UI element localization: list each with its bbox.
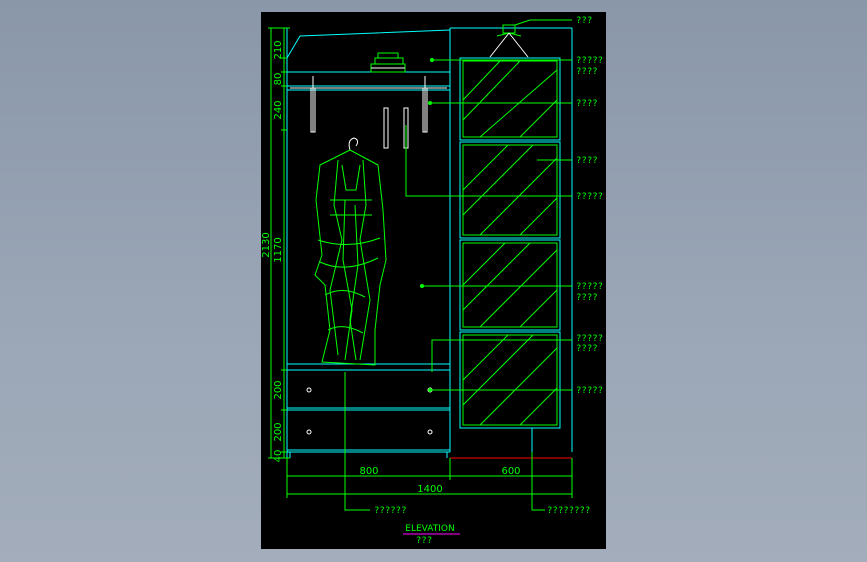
drawing-subtitle: ???	[416, 536, 432, 546]
annotation-label-8: ????	[576, 293, 598, 303]
annotation-label-9: ?????	[576, 334, 603, 344]
annotation-label-11: ?????	[576, 386, 603, 396]
dim-v-40: 40	[273, 450, 284, 463]
drawing-title: ELEVATION	[405, 524, 454, 534]
dim-v-210: 210	[273, 40, 284, 59]
dim-v-80: 80	[273, 73, 284, 86]
annotation-label-1: ???	[576, 16, 592, 26]
dim-v-200-b: 200	[273, 422, 284, 441]
annotation-label-3: ????	[576, 67, 598, 77]
annotation-label-6: ?????	[576, 192, 603, 202]
annotation-label-10: ????	[576, 344, 598, 354]
annotation-label-4: ????	[576, 99, 598, 109]
dim-v-1170: 1170	[273, 237, 284, 262]
dim-v-2130: 2130	[261, 232, 272, 257]
annotation-label-bottom-2: ????????	[547, 506, 590, 516]
dim-v-240: 240	[273, 100, 284, 119]
dim-h-800: 800	[359, 466, 378, 477]
dim-v-200-a: 200	[273, 380, 284, 399]
annotation-label-2: ?????	[576, 56, 603, 66]
annotation-label-bottom-1: ??????	[374, 506, 407, 516]
dim-h-1400: 1400	[417, 484, 442, 495]
annotation-label-5: ????	[576, 156, 598, 166]
dim-h-600: 600	[501, 466, 520, 477]
cad-viewport[interactable]: 210 80 240 2130 1170 200 200 40 800 600 …	[0, 0, 867, 562]
drawing-sheet: 210 80 240 2130 1170 200 200 40 800 600 …	[261, 12, 606, 549]
annotation-label-7: ?????	[576, 282, 603, 292]
